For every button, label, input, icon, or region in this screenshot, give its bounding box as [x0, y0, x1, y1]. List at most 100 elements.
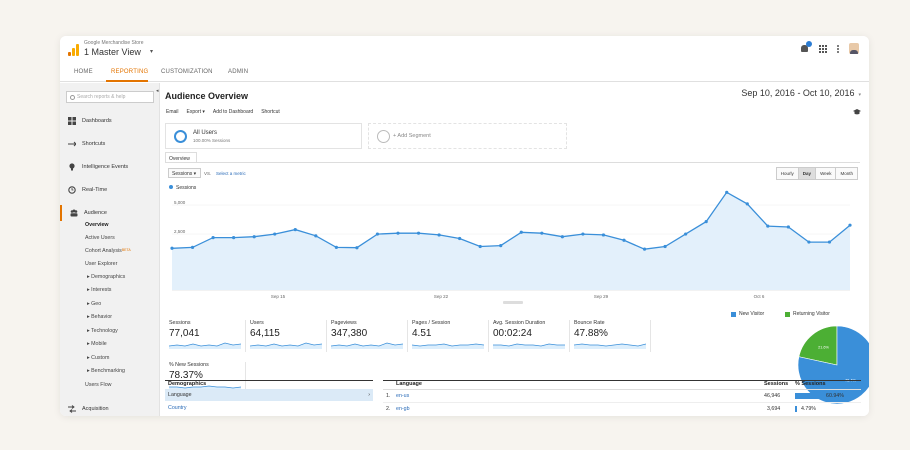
sessions-point[interactable] — [848, 223, 852, 227]
sidebar-item-label: Dashboards — [82, 118, 112, 124]
export-button[interactable]: Export ▾ — [187, 109, 205, 115]
sessions-point[interactable] — [786, 225, 790, 229]
sidebar-sub-geo[interactable]: ▸ Geo — [87, 301, 101, 307]
sidebar-item-intelligence-events[interactable]: Intelligence Events — [60, 159, 160, 175]
sidebar-item-audience[interactable]: Audience — [60, 205, 160, 221]
sessions-point[interactable] — [396, 231, 400, 235]
email-button[interactable]: Email — [166, 109, 179, 115]
demographics-row-country[interactable]: Country — [168, 405, 187, 411]
sessions-point[interactable] — [355, 246, 359, 250]
sessions-point[interactable] — [642, 247, 647, 251]
sessions-point[interactable] — [211, 236, 215, 240]
sessions-point[interactable] — [684, 232, 688, 236]
chevron-down-icon[interactable]: ▾ — [150, 48, 153, 55]
search-input[interactable]: Search reports & help — [66, 91, 154, 103]
sessions-point[interactable] — [314, 234, 318, 238]
sidebar-sub-interests[interactable]: ▸ Interests — [87, 287, 111, 293]
sessions-point[interactable] — [622, 238, 626, 242]
tab-reporting[interactable]: REPORTING — [111, 69, 148, 75]
metric-pages-per-session[interactable]: Pages / Session 4.51 — [412, 320, 488, 350]
sidebar-sub-users-flow[interactable]: Users Flow — [85, 382, 112, 388]
metric-select[interactable]: Sessions ▾ — [168, 168, 201, 178]
metric-sessions[interactable]: Sessions 77,041 — [169, 320, 245, 350]
tab-admin[interactable]: ADMIN — [228, 69, 248, 75]
shortcut-button[interactable]: Shortcut — [261, 109, 280, 115]
tab-home[interactable]: HOME — [74, 69, 93, 75]
row-pct: 4.79% — [801, 406, 817, 412]
granularity-week[interactable]: Week — [815, 168, 836, 179]
apps-grid-icon[interactable] — [819, 44, 827, 53]
notifications-bell-icon[interactable] — [800, 41, 812, 53]
sessions-point[interactable] — [766, 224, 770, 228]
language-col-header: Language — [396, 381, 422, 387]
granularity-hourly[interactable]: Hourly — [776, 168, 798, 179]
add-to-dashboard-button[interactable]: Add to Dashboard — [213, 109, 253, 115]
metric-pageviews[interactable]: Pageviews 347,380 — [331, 320, 407, 350]
sidebar-item-dashboards[interactable]: Dashboards — [60, 113, 160, 129]
sessions-point[interactable] — [190, 245, 195, 249]
analytics-logo-icon[interactable] — [68, 44, 79, 56]
sidebar-item-real-time[interactable]: Real-Time — [60, 182, 160, 198]
view-selector[interactable]: 1 Master View — [84, 47, 141, 57]
sidebar-item-acquisition[interactable]: Acquisition — [60, 401, 160, 416]
metric-new-sessions[interactable]: % New Sessions 78.37% — [169, 362, 245, 392]
tab-customization[interactable]: CUSTOMIZATION — [161, 69, 213, 75]
sessions-point[interactable] — [478, 244, 482, 249]
collapse-sidebar-icon[interactable]: ◂ — [156, 88, 159, 94]
sessions-point[interactable] — [170, 246, 174, 250]
sessions-point[interactable] — [293, 228, 297, 232]
sessions-point[interactable] — [375, 232, 380, 236]
add-segment-button[interactable]: + Add Segment — [368, 123, 567, 149]
sidebar: Search reports & help ◂ Dashboards Short… — [60, 83, 160, 416]
language-link[interactable]: en-us — [396, 393, 409, 399]
sidebar-sub-mobile[interactable]: ▸ Mobile — [87, 341, 107, 347]
sessions-point[interactable] — [273, 232, 277, 236]
sessions-point[interactable] — [807, 240, 811, 244]
sessions-point[interactable] — [581, 232, 585, 236]
sidebar-sub-behavior[interactable]: ▸ Behavior — [87, 314, 112, 320]
sparkline — [412, 343, 484, 349]
sessions-point[interactable] — [499, 244, 503, 248]
sessions-point[interactable] — [252, 235, 256, 239]
more-vert-icon[interactable] — [837, 44, 839, 53]
sidebar-sub-user-explorer[interactable]: User Explorer — [85, 261, 117, 267]
legend-swatch — [785, 311, 790, 317]
sessions-point[interactable] — [725, 190, 729, 194]
sessions-point[interactable] — [540, 231, 544, 235]
sessions-point[interactable] — [416, 231, 421, 235]
sidebar-sub-benchmarking[interactable]: ▸ Benchmarking — [87, 368, 125, 374]
date-range-picker[interactable]: Sep 10, 2016 - Oct 10, 2016 ▾ — [741, 88, 861, 98]
metric-bounce-rate[interactable]: Bounce Rate 47.88% — [574, 320, 650, 350]
segment-all-users[interactable]: All Users 100.00% Sessions — [165, 123, 362, 149]
sessions-point[interactable] — [560, 235, 564, 239]
sidebar-sub-cohort-analysis[interactable]: Cohort AnalysisBETA — [85, 248, 131, 254]
select-metric-link[interactable]: Select a metric — [216, 171, 246, 176]
sessions-point[interactable] — [601, 233, 606, 237]
sessions-point[interactable] — [745, 202, 749, 206]
granularity-month[interactable]: Month — [835, 168, 857, 179]
metric-users[interactable]: Users 64,115 — [250, 320, 326, 350]
graduation-cap-icon[interactable] — [853, 109, 861, 115]
metric-avg-session-duration[interactable]: Avg. Session Duration 00:02:24 — [493, 320, 569, 350]
demographics-row-language[interactable]: Language › — [165, 389, 373, 401]
chart-resize-handle[interactable] — [503, 301, 523, 304]
granularity-toggle: Hourly Day Week Month — [775, 167, 858, 180]
sessions-point[interactable] — [232, 236, 236, 240]
sessions-point[interactable] — [437, 233, 441, 237]
sidebar-sub-active-users[interactable]: Active Users — [85, 235, 115, 241]
sessions-point[interactable] — [334, 245, 338, 249]
sessions-point[interactable] — [519, 230, 523, 234]
sidebar-item-shortcuts[interactable]: Shortcuts — [60, 136, 160, 152]
sessions-point[interactable] — [704, 220, 708, 224]
language-link[interactable]: en-gb — [396, 406, 410, 412]
metric-label: Pageviews — [331, 320, 357, 326]
sidebar-sub-demographics[interactable]: ▸ Demographics — [87, 274, 125, 280]
sidebar-sub-custom[interactable]: ▸ Custom — [87, 355, 109, 361]
sessions-point[interactable] — [663, 244, 667, 249]
granularity-day[interactable]: Day — [797, 168, 816, 179]
sidebar-sub-technology[interactable]: ▸ Technology — [87, 328, 118, 334]
sidebar-sub-overview[interactable]: Overview — [85, 222, 109, 228]
avatar[interactable] — [849, 43, 859, 54]
sessions-point[interactable] — [827, 240, 832, 244]
sessions-point[interactable] — [458, 236, 462, 241]
